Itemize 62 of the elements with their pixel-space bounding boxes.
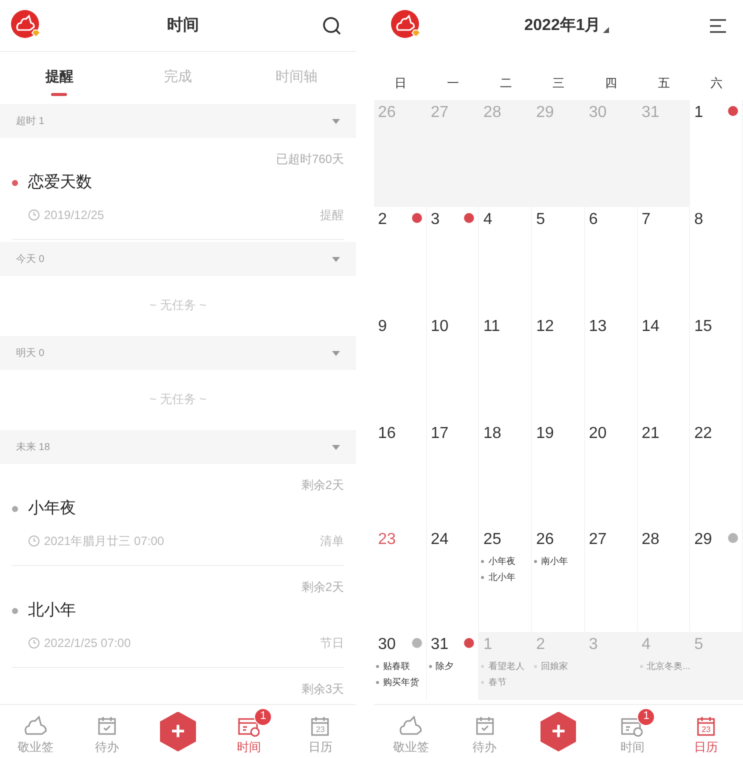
day-cell[interactable]: 7: [638, 207, 690, 314]
day-cell[interactable]: 26 南小年: [532, 527, 585, 632]
event-label[interactable]: 贴春联: [383, 660, 410, 672]
day-cell[interactable]: 14: [638, 314, 690, 421]
weekday-label: 三: [552, 76, 564, 90]
clock-icon: [28, 637, 40, 649]
day-cell[interactable]: 10: [426, 314, 480, 421]
dropdown-icon: [332, 444, 340, 450]
nav-tab[interactable]: 23 日历: [677, 708, 736, 756]
item-title[interactable]: 恋爱天数: [28, 171, 92, 195]
count-badge: 1: [637, 708, 656, 726]
day-cell[interactable]: 21: [638, 421, 690, 527]
nav-tab[interactable]: 1 时间: [220, 708, 278, 756]
day-cell[interactable]: 17: [426, 421, 480, 527]
cloud-icon: [22, 714, 49, 738]
status-text: 剩余2天: [301, 477, 344, 494]
item-tag: 节日: [320, 634, 344, 652]
item-date: 2021年腊月廿三 07:00: [44, 533, 164, 550]
item-tag: 提醒: [320, 206, 344, 224]
weekday-label: 四: [605, 76, 618, 90]
weekday-label: 二: [500, 76, 512, 90]
event-label[interactable]: 北小年: [488, 571, 516, 583]
weekday-label: 五: [658, 76, 670, 90]
dropdown-icon: [332, 256, 340, 262]
menu-icon[interactable]: [709, 18, 727, 34]
weekday-label: 六: [710, 76, 723, 90]
event-label[interactable]: 购买年货: [383, 676, 419, 688]
cloud-icon: [398, 714, 424, 738]
item-title[interactable]: 小年夜: [28, 497, 76, 521]
screen-title: 时间: [166, 16, 200, 36]
nav-tab[interactable]: 1 时间: [603, 708, 662, 756]
day-cell[interactable]: 3: [426, 207, 480, 314]
dropdown-icon: [332, 118, 340, 124]
day-cell[interactable]: 24: [426, 527, 480, 632]
empty-message: ~ 无任务 ~: [148, 297, 208, 314]
event-label[interactable]: 南小年: [541, 555, 568, 567]
count-badge: 1: [254, 708, 272, 726]
day-cell[interactable]: 31 除夕: [426, 632, 480, 700]
item-date: 2019/12/25: [44, 207, 104, 224]
status-text: 剩余3天: [301, 681, 344, 698]
search-icon[interactable]: [322, 16, 342, 36]
tab[interactable]: 提醒: [0, 52, 119, 102]
day-cell[interactable]: 25 小年夜 北小年: [479, 527, 532, 632]
dropdown-icon: [332, 350, 340, 356]
clock-icon: [28, 535, 40, 547]
weekday-label: 一: [447, 76, 460, 90]
day-cell[interactable]: 30 贴春联 购买年货: [374, 632, 427, 700]
item-title[interactable]: 北小年: [28, 599, 76, 623]
status-text: 已超时760天: [276, 151, 344, 168]
month-title[interactable]: 2022年1月: [524, 14, 601, 38]
add-button[interactable]: +: [160, 712, 196, 752]
status-text: 剩余2天: [301, 579, 344, 596]
day-cell[interactable]: 28: [638, 527, 690, 632]
weekday-label: 日: [394, 76, 406, 90]
item-date: 2022/1/25 07:00: [44, 635, 131, 652]
dropdown-icon: [602, 27, 609, 33]
event-label[interactable]: 除夕: [436, 660, 454, 672]
add-button[interactable]: +: [540, 712, 576, 752]
clock-icon: [28, 209, 40, 221]
empty-message: ~ 无任务 ~: [148, 391, 208, 408]
event-label[interactable]: 小年夜: [488, 555, 516, 567]
item-tag: 清单: [320, 532, 344, 550]
